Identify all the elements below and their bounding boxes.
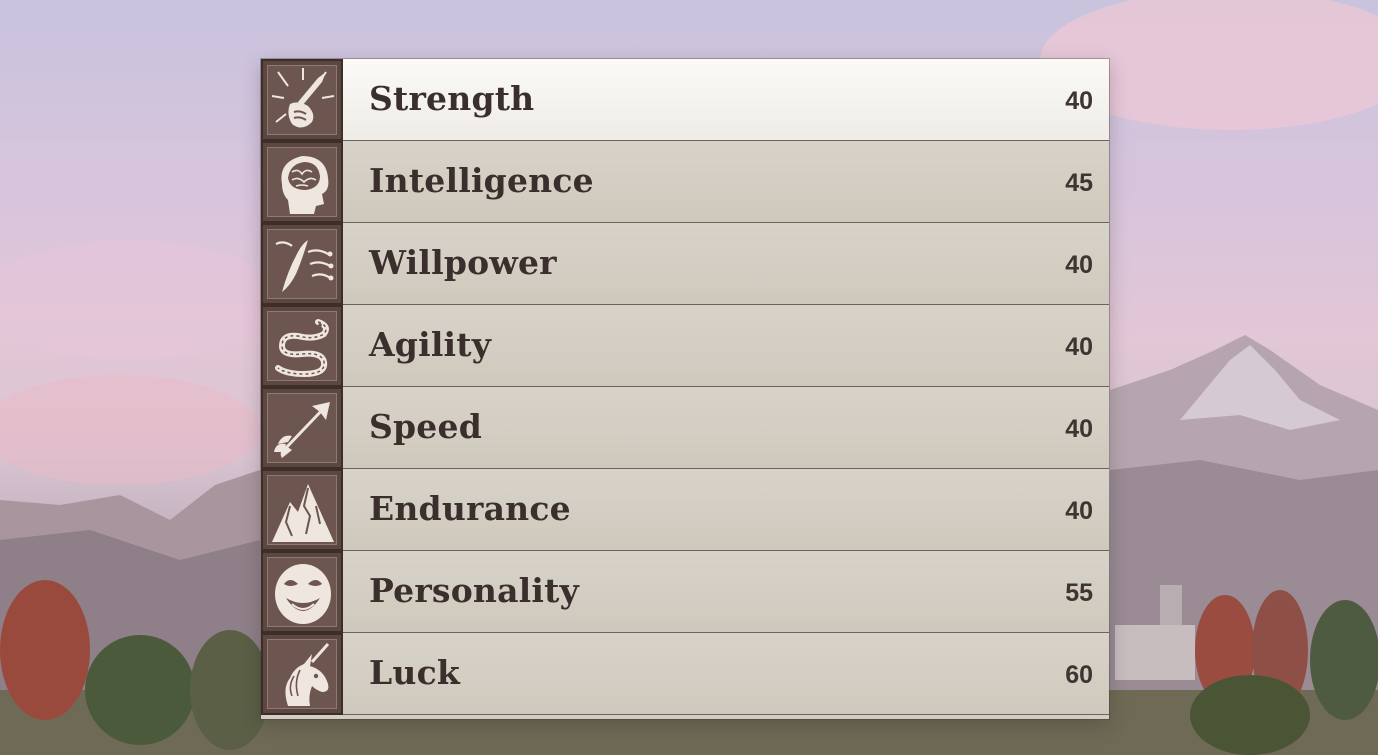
attribute-name: Endurance [369,489,571,528]
attribute-value: 40 [1065,415,1093,443]
sword-fist-icon [271,68,335,128]
unicorn-icon [285,643,330,706]
attribute-name: Willpower [369,243,557,282]
attribute-row-intelligence[interactable]: Intelligence 45 [261,141,1109,223]
wind-feather-icon [275,240,334,292]
attribute-value: 40 [1065,497,1093,525]
mountain-icon [272,484,334,542]
arrow-icon [274,402,330,458]
attribute-value: 45 [1065,169,1093,197]
attribute-row-luck[interactable]: Luck 60 [261,633,1109,715]
attribute-row-agility[interactable]: Agility 40 [261,305,1109,387]
attribute-row-endurance[interactable]: Endurance 40 [261,469,1109,551]
attribute-value: 55 [1065,579,1093,607]
attributes-panel: Strength 40 Intelligence 45 Willpower 40… [261,59,1109,719]
smiling-mask-icon [275,564,331,624]
attribute-name: Intelligence [369,161,594,200]
attribute-name: Luck [369,653,460,692]
brain-head-icon [281,156,329,214]
attribute-row-personality[interactable]: Personality 55 [261,551,1109,633]
attribute-value: 60 [1065,661,1093,689]
attribute-row-speed[interactable]: Speed 40 [261,387,1109,469]
attribute-name: Personality [369,571,579,610]
attribute-row-willpower[interactable]: Willpower 40 [261,223,1109,305]
attribute-name: Agility [369,325,492,364]
serpent-icon [275,319,329,378]
attribute-row-strength[interactable]: Strength 40 [261,59,1109,141]
attribute-value: 40 [1065,87,1093,115]
attribute-name: Speed [369,407,482,446]
attribute-value: 40 [1065,333,1093,361]
attribute-name: Strength [369,79,535,118]
attribute-value: 40 [1065,251,1093,279]
